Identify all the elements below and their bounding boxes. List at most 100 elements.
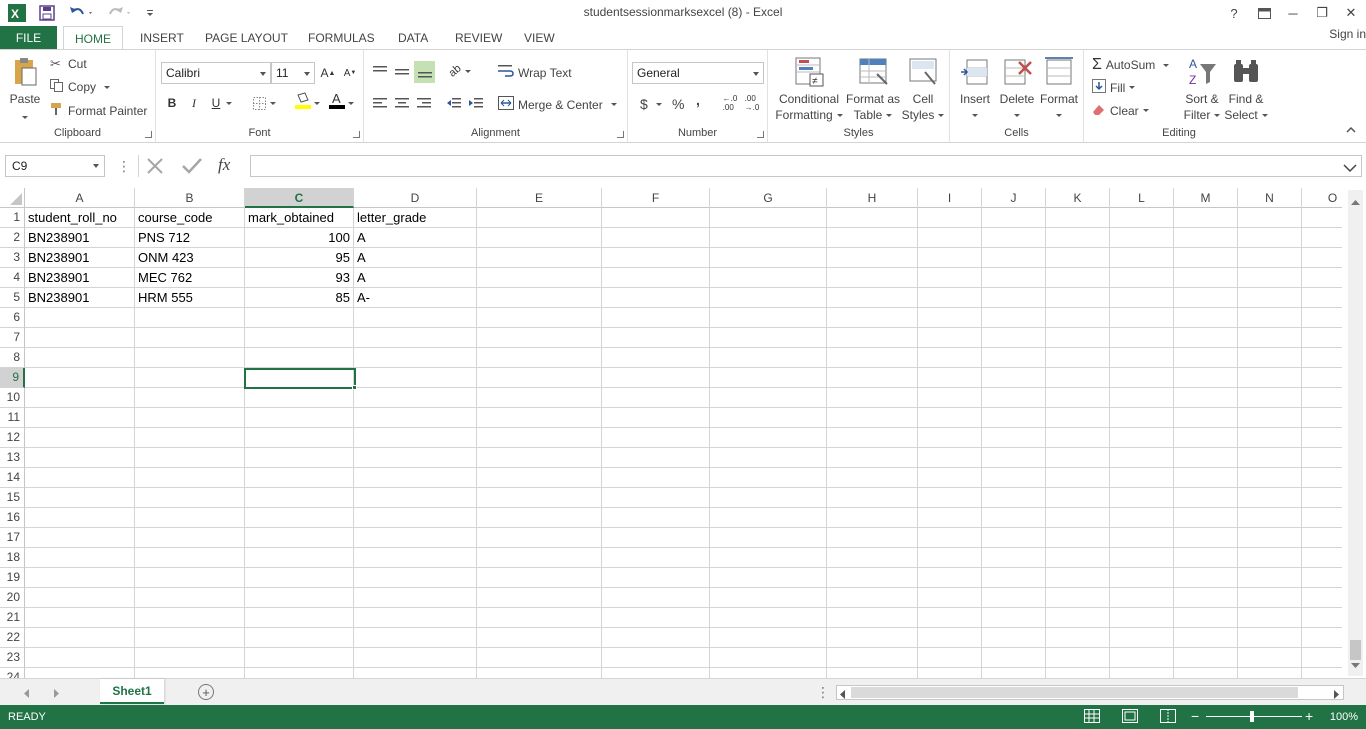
cell-h7[interactable] bbox=[827, 328, 918, 348]
cell-n24[interactable] bbox=[1238, 668, 1302, 678]
cell-f5[interactable] bbox=[602, 288, 710, 308]
cell-j2[interactable] bbox=[982, 228, 1046, 248]
cell-d14[interactable] bbox=[354, 468, 477, 488]
cell-n11[interactable] bbox=[1238, 408, 1302, 428]
cell-c21[interactable] bbox=[245, 608, 354, 628]
cell-m17[interactable] bbox=[1174, 528, 1238, 548]
cell-i19[interactable] bbox=[918, 568, 982, 588]
borders-icon[interactable] bbox=[250, 94, 268, 112]
cell-k16[interactable] bbox=[1046, 508, 1110, 528]
cell-n22[interactable] bbox=[1238, 628, 1302, 648]
cell-d7[interactable] bbox=[354, 328, 477, 348]
cell-g17[interactable] bbox=[710, 528, 827, 548]
cell-g2[interactable] bbox=[710, 228, 827, 248]
cell-j13[interactable] bbox=[982, 448, 1046, 468]
cell-g16[interactable] bbox=[710, 508, 827, 528]
row-header-16[interactable]: 16 bbox=[0, 508, 25, 528]
cell-e16[interactable] bbox=[477, 508, 602, 528]
help-button[interactable]: ? bbox=[1220, 0, 1248, 26]
cell-o12[interactable] bbox=[1302, 428, 1342, 448]
fill-color-icon[interactable] bbox=[294, 92, 312, 110]
cell-l15[interactable] bbox=[1110, 488, 1174, 508]
cell-d23[interactable] bbox=[354, 648, 477, 668]
cell-b16[interactable] bbox=[135, 508, 245, 528]
cell-a12[interactable] bbox=[25, 428, 135, 448]
cell-g20[interactable] bbox=[710, 588, 827, 608]
cell-e21[interactable] bbox=[477, 608, 602, 628]
cell-m12[interactable] bbox=[1174, 428, 1238, 448]
cell-i17[interactable] bbox=[918, 528, 982, 548]
tab-review[interactable]: REVIEW bbox=[455, 26, 502, 50]
row-header-20[interactable]: 20 bbox=[0, 588, 25, 608]
row-header-4[interactable]: 4 bbox=[0, 268, 25, 288]
row-header-9[interactable]: 9 bbox=[0, 368, 25, 388]
insert-cells-button[interactable]: Insert bbox=[956, 56, 994, 123]
cell-c14[interactable] bbox=[245, 468, 354, 488]
cell-k20[interactable] bbox=[1046, 588, 1110, 608]
cell-b4[interactable]: MEC 762 bbox=[135, 268, 245, 288]
cell-n14[interactable] bbox=[1238, 468, 1302, 488]
cell-g10[interactable] bbox=[710, 388, 827, 408]
cell-f3[interactable] bbox=[602, 248, 710, 268]
cancel-entry-icon[interactable] bbox=[145, 156, 165, 179]
next-sheet-icon[interactable] bbox=[54, 687, 60, 701]
vertical-scrollbar[interactable] bbox=[1348, 190, 1363, 676]
row-header-14[interactable]: 14 bbox=[0, 468, 25, 488]
cell-c18[interactable] bbox=[245, 548, 354, 568]
cell-h10[interactable] bbox=[827, 388, 918, 408]
cell-d8[interactable] bbox=[354, 348, 477, 368]
cell-a6[interactable] bbox=[25, 308, 135, 328]
cell-n5[interactable] bbox=[1238, 288, 1302, 308]
cell-o24[interactable] bbox=[1302, 668, 1342, 678]
cell-o7[interactable] bbox=[1302, 328, 1342, 348]
cell-h9[interactable] bbox=[827, 368, 918, 388]
cell-l2[interactable] bbox=[1110, 228, 1174, 248]
cell-e10[interactable] bbox=[477, 388, 602, 408]
cell-l13[interactable] bbox=[1110, 448, 1174, 468]
cell-h11[interactable] bbox=[827, 408, 918, 428]
cell-m24[interactable] bbox=[1174, 668, 1238, 678]
column-header-m[interactable]: M bbox=[1174, 188, 1238, 208]
cell-e7[interactable] bbox=[477, 328, 602, 348]
scroll-up-icon[interactable] bbox=[1351, 194, 1360, 208]
cell-n15[interactable] bbox=[1238, 488, 1302, 508]
select-all-button[interactable] bbox=[0, 188, 25, 208]
cell-d18[interactable] bbox=[354, 548, 477, 568]
cell-b19[interactable] bbox=[135, 568, 245, 588]
cell-j24[interactable] bbox=[982, 668, 1046, 678]
cell-j10[interactable] bbox=[982, 388, 1046, 408]
cell-c16[interactable] bbox=[245, 508, 354, 528]
cell-c2[interactable]: 100 bbox=[245, 228, 354, 248]
cell-n13[interactable] bbox=[1238, 448, 1302, 468]
cell-g1[interactable] bbox=[710, 208, 827, 228]
cell-m10[interactable] bbox=[1174, 388, 1238, 408]
cell-b24[interactable] bbox=[135, 668, 245, 678]
cell-a5[interactable]: BN238901 bbox=[25, 288, 135, 308]
cell-e14[interactable] bbox=[477, 468, 602, 488]
cell-l8[interactable] bbox=[1110, 348, 1174, 368]
cell-b7[interactable] bbox=[135, 328, 245, 348]
cell-l21[interactable] bbox=[1110, 608, 1174, 628]
column-header-c[interactable]: C bbox=[245, 188, 354, 208]
cell-f1[interactable] bbox=[602, 208, 710, 228]
cell-f11[interactable] bbox=[602, 408, 710, 428]
column-header-n[interactable]: N bbox=[1238, 188, 1302, 208]
page-break-view-icon[interactable] bbox=[1160, 709, 1176, 726]
cell-l10[interactable] bbox=[1110, 388, 1174, 408]
number-format-select[interactable]: General bbox=[632, 62, 764, 84]
cell-h8[interactable] bbox=[827, 348, 918, 368]
insert-function-icon[interactable]: fx bbox=[218, 155, 230, 175]
cell-a18[interactable] bbox=[25, 548, 135, 568]
cell-g22[interactable] bbox=[710, 628, 827, 648]
cell-k12[interactable] bbox=[1046, 428, 1110, 448]
cell-i21[interactable] bbox=[918, 608, 982, 628]
scroll-down-icon[interactable] bbox=[1351, 658, 1360, 672]
cell-h13[interactable] bbox=[827, 448, 918, 468]
sort-filter-button[interactable]: AZ Sort & Filter bbox=[1182, 56, 1222, 123]
cell-o4[interactable] bbox=[1302, 268, 1342, 288]
row-header-1[interactable]: 1 bbox=[0, 208, 25, 228]
cell-f9[interactable] bbox=[602, 368, 710, 388]
cell-b20[interactable] bbox=[135, 588, 245, 608]
cell-h3[interactable] bbox=[827, 248, 918, 268]
cell-styles-button[interactable]: Cell Styles bbox=[900, 56, 946, 123]
